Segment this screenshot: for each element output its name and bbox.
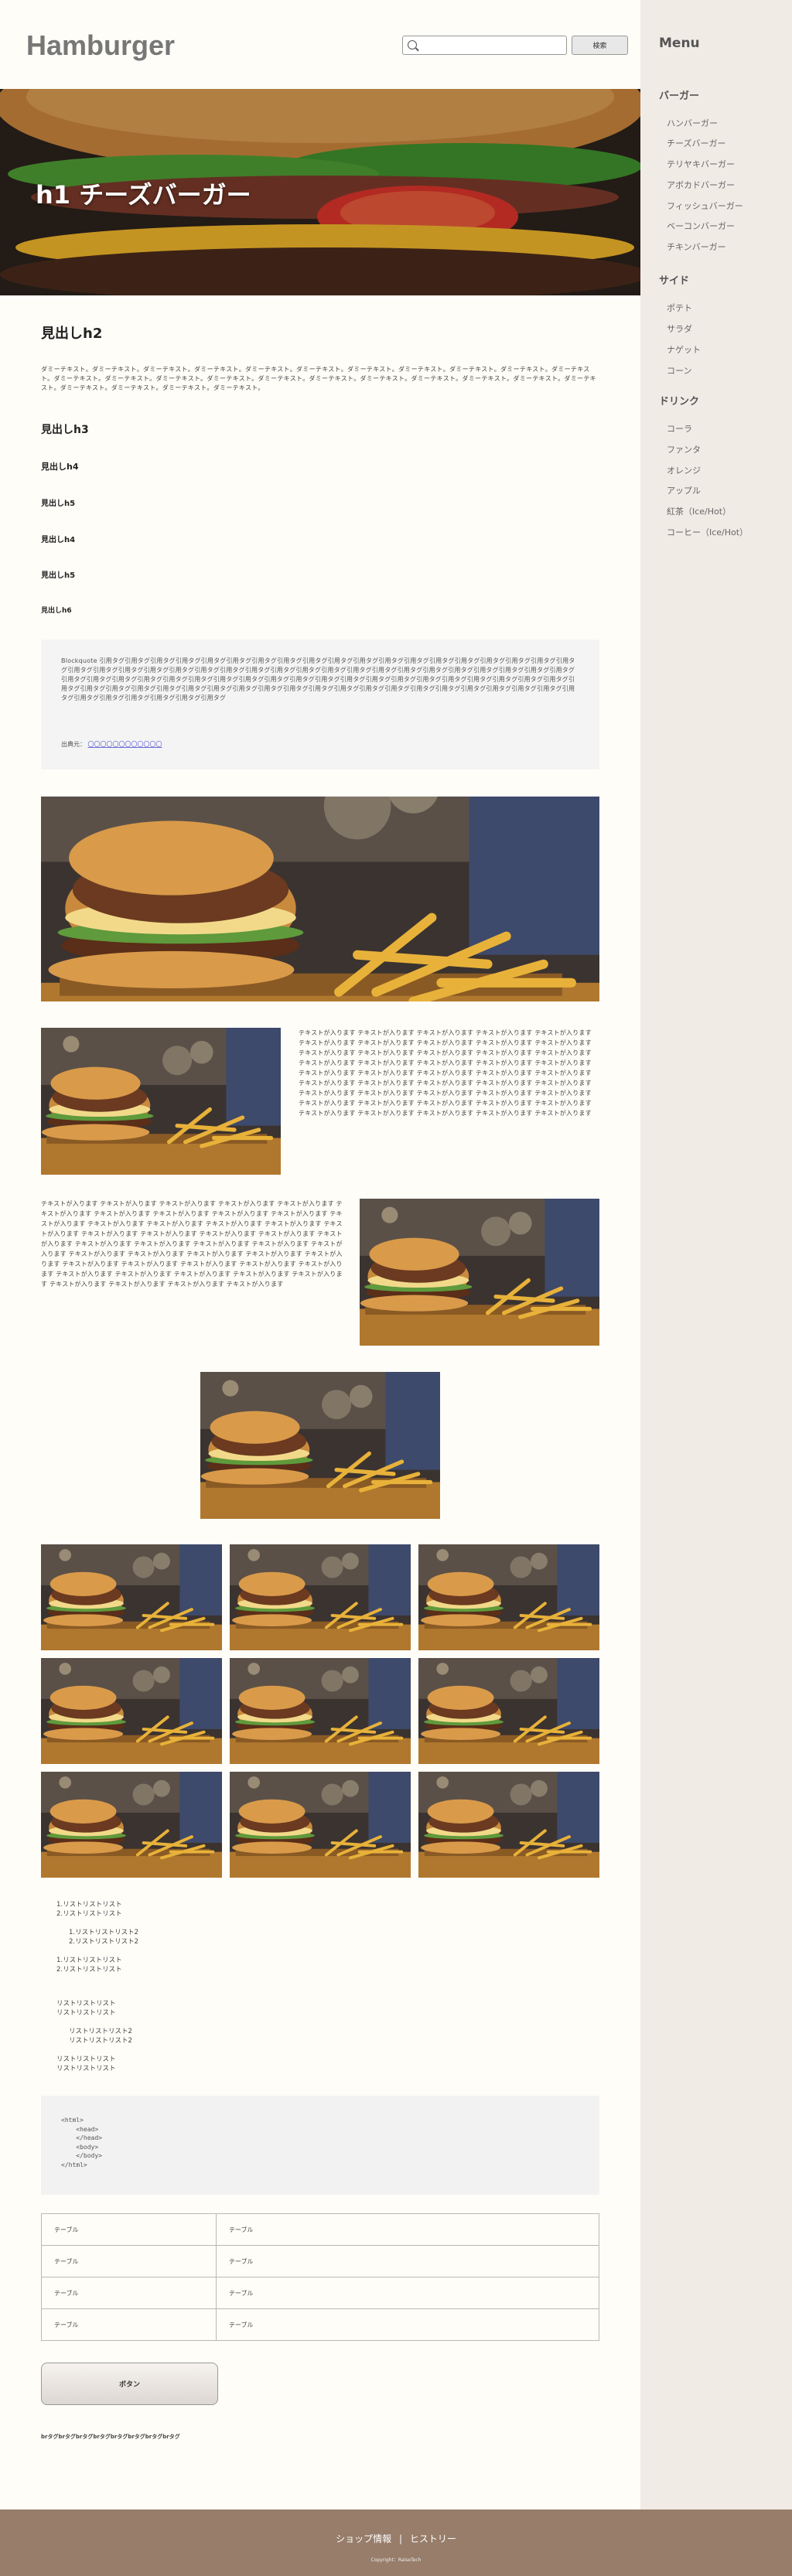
text-left-of-image: テキストが入ります テキストが入ります テキストが入ります テキストが入ります … xyxy=(41,1200,343,1288)
list-item: リストリストリスト2 xyxy=(69,2037,132,2045)
quote-source-link[interactable]: 〇〇〇〇〇〇〇〇〇〇〇〇 xyxy=(88,741,162,748)
sidebar-menu: Menu バーガー ハンバーガー チーズバーガー テリヤキバーガー アボカドバー… xyxy=(640,0,792,2509)
sidebar-item-fanta[interactable]: ファンタ xyxy=(667,443,701,455)
site-header: Hamburger 検索 xyxy=(0,0,640,89)
menu-title: Menu xyxy=(659,36,700,51)
blockquote-text: Blockquote 引用タグ引用タグ引用タグ引用タグ引用タグ引用タグ引用タグ引… xyxy=(61,657,575,701)
sidebar-item-coffee[interactable]: コーヒー（Ice/Hot） xyxy=(667,526,748,538)
data-table: テーブル テーブル テーブル テーブル テーブル テーブル テーブル テーブル xyxy=(41,2213,599,2341)
list-item: 1.リストリストリスト xyxy=(56,1957,122,1964)
heading-h4: 見出しh4 xyxy=(41,536,76,544)
burger-photo-right xyxy=(360,1199,599,1346)
table-row: テーブル テーブル xyxy=(41,2213,599,2246)
sidebar-item-orange[interactable]: オレンジ xyxy=(667,464,701,476)
sidebar-category-drink: ドリンク xyxy=(659,396,700,408)
sidebar-item-fish[interactable]: フィッシュバーガー xyxy=(667,200,743,212)
burger-photo-center xyxy=(200,1372,440,1519)
br-text: brタグbrタグbrタグbrタグbrタグbrタグbrタグbrタグ xyxy=(41,2434,180,2440)
footer-links: ショップ情報 | ヒストリー xyxy=(0,2532,792,2545)
heading-h5: 見出しh5 xyxy=(41,500,76,508)
sidebar-item-apple[interactable]: アップル xyxy=(667,484,701,496)
list-item: 2.リストリストリスト2 xyxy=(69,1938,139,1946)
sidebar-item-cola[interactable]: コーラ xyxy=(667,422,692,435)
list-item: 1.リストリストリスト xyxy=(56,1901,122,1909)
table-cell: テーブル xyxy=(41,2277,217,2309)
sidebar-category-side: サイド xyxy=(659,275,690,287)
gallery-image xyxy=(41,1658,222,1764)
search-input[interactable] xyxy=(420,38,564,53)
page-title: h1 チーズバーガー xyxy=(36,180,251,210)
site-footer: ショップ情報 | ヒストリー Copyright：RaiseTech xyxy=(0,2509,792,2576)
sidebar-item-tea[interactable]: 紅茶（Ice/Hot） xyxy=(667,505,731,517)
heading-h2: 見出しh2 xyxy=(41,326,103,342)
site-logo[interactable]: Hamburger xyxy=(26,29,175,62)
burger-photo-large xyxy=(41,797,599,1001)
sidebar-item-nugget[interactable]: ナゲット xyxy=(667,343,701,356)
gallery-image xyxy=(418,1772,599,1878)
list-item: リストリストリスト xyxy=(56,2056,116,2063)
table-cell: テーブル xyxy=(41,2213,217,2246)
quote-source-label: 出典元： xyxy=(61,741,86,748)
heading-h5: 見出しh5 xyxy=(41,571,76,580)
sidebar-item-avocado[interactable]: アボカドバーガー xyxy=(667,179,735,191)
list-item: リストリストリスト2 xyxy=(69,2028,132,2035)
list-item: リストリストリスト xyxy=(56,2000,116,2008)
footer-link-shop-info[interactable]: ショップ情報 xyxy=(336,2533,391,2544)
hero-image: h1 チーズバーガー xyxy=(0,89,640,295)
sidebar-item-cheeseburger[interactable]: チーズバーガー xyxy=(667,137,725,149)
search-icon xyxy=(408,40,417,49)
main-button[interactable]: ボタン xyxy=(41,2363,218,2405)
sidebar-item-teriyaki[interactable]: テリヤキバーガー xyxy=(667,158,735,170)
gallery-image xyxy=(230,1544,411,1650)
heading-h6: 見出しh6 xyxy=(41,607,72,615)
table-cell: テーブル xyxy=(216,2277,599,2309)
table-cell: テーブル xyxy=(216,2245,599,2277)
sidebar-category-burger: バーガー xyxy=(659,90,700,102)
sidebar-item-hamburger[interactable]: ハンバーガー xyxy=(667,117,718,129)
text-right-of-image: テキストが入ります テキストが入ります テキストが入ります テキストが入ります … xyxy=(299,1029,592,1117)
footer-separator: | xyxy=(398,2533,403,2544)
table-cell: テーブル xyxy=(216,2213,599,2246)
paragraph: ダミーテキスト。ダミーテキスト。ダミーテキスト。ダミーテキスト。ダミーテキスト。… xyxy=(41,366,596,391)
sidebar-item-salad[interactable]: サラダ xyxy=(667,322,692,335)
ordered-list: 1.リストリストリスト 2.リストリストリスト 1.リストリストリスト2 2.リ… xyxy=(56,1900,138,1974)
table-cell: テーブル xyxy=(41,2308,217,2341)
gallery-image xyxy=(41,1772,222,1878)
copyright: Copyright：RaiseTech xyxy=(370,2557,422,2563)
footer-link-history[interactable]: ヒストリー xyxy=(410,2533,456,2544)
list-item: リストリストリスト xyxy=(56,2009,116,2017)
table-row: テーブル テーブル xyxy=(41,2308,599,2341)
search-button[interactable]: 検索 xyxy=(572,36,628,55)
sidebar-item-potato[interactable]: ポテト xyxy=(667,302,692,314)
table-cell: テーブル xyxy=(41,2245,217,2277)
list-item: 2.リストリストリスト xyxy=(56,1966,122,1974)
main-column: Hamburger 検索 h1 チーズバーガー 見出しh2 ダミーテキスト。ダミ… xyxy=(0,0,640,2440)
list-item: 1.リストリストリスト2 xyxy=(69,1929,139,1936)
gallery-image xyxy=(41,1544,222,1650)
gallery-image xyxy=(230,1658,411,1764)
heading-h4: 見出しh4 xyxy=(41,462,79,472)
blockquote: Blockquote 引用タグ引用タグ引用タグ引用タグ引用タグ引用タグ引用タグ引… xyxy=(41,640,599,769)
list-item: リストリストリスト xyxy=(56,2065,116,2073)
table-row: テーブル テーブル xyxy=(41,2245,599,2277)
gallery-image xyxy=(230,1772,411,1878)
heading-h3: 見出しh3 xyxy=(41,424,89,436)
list-item: 2.リストリストリスト xyxy=(56,1910,122,1918)
sidebar-item-chicken[interactable]: チキンバーガー xyxy=(667,241,726,253)
sidebar-item-bacon[interactable]: ベーコンバーガー xyxy=(667,220,735,232)
unordered-list: リストリストリスト リストリストリスト リストリストリスト2 リストリストリスト… xyxy=(56,1999,132,2073)
gallery-image xyxy=(418,1658,599,1764)
table-cell: テーブル xyxy=(216,2308,599,2341)
sidebar-item-corn[interactable]: コーン xyxy=(667,364,691,377)
burger-photo-left xyxy=(41,1028,281,1175)
quote-source: 出典元： 〇〇〇〇〇〇〇〇〇〇〇〇 xyxy=(61,740,162,749)
code-block: <html> <head> </head> <body> </body> </h… xyxy=(41,2096,599,2195)
gallery-image xyxy=(418,1544,599,1650)
search-box[interactable] xyxy=(402,36,567,55)
table-row: テーブル テーブル xyxy=(41,2277,599,2309)
